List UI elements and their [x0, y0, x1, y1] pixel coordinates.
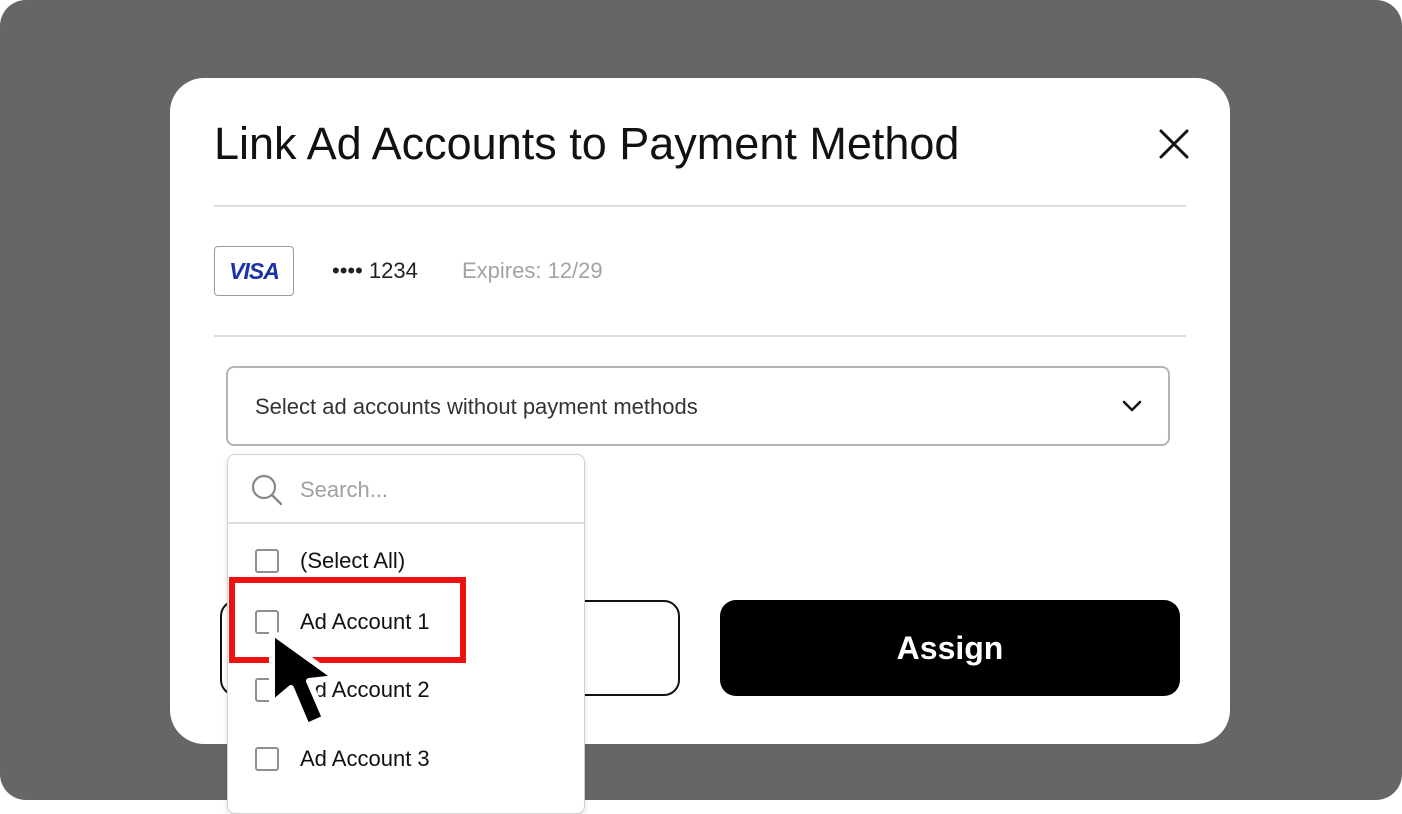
card-expiry: Expires: 12/29 [462, 258, 603, 283]
option-label: (Select All) [300, 548, 406, 573]
checkbox[interactable] [255, 747, 279, 771]
header-divider [214, 205, 1186, 207]
option-label: Ad Account 3 [300, 746, 430, 771]
assign-button[interactable]: Assign [720, 600, 1180, 696]
option-ad-account-3[interactable]: Ad Account 3 [228, 734, 584, 784]
card-number: •••• 1234 [332, 258, 418, 283]
close-icon [1159, 129, 1189, 159]
option-select-all[interactable]: (Select All) [228, 536, 584, 586]
search-input[interactable] [300, 473, 570, 507]
checkbox[interactable] [255, 610, 279, 634]
payment-divider [214, 335, 1186, 337]
modal-title: Link Ad Accounts to Payment Method [214, 118, 960, 169]
dropdown-search [228, 455, 584, 524]
close-button[interactable] [1156, 126, 1192, 162]
ad-accounts-select[interactable]: Select ad accounts without payment metho… [226, 366, 1170, 446]
option-ad-account-2[interactable]: Ad Account 2 [228, 665, 584, 715]
checkbox[interactable] [255, 678, 279, 702]
chevron-down-icon [1122, 400, 1142, 412]
option-label: Ad Account 2 [300, 677, 430, 702]
ad-accounts-dropdown: (Select All) Ad Account 1 Ad Account 2 A… [227, 454, 585, 814]
option-label: Ad Account 1 [300, 609, 430, 634]
visa-logo: VISA [214, 246, 294, 296]
checkbox[interactable] [255, 549, 279, 573]
option-ad-account-1[interactable]: Ad Account 1 [228, 597, 584, 647]
search-icon [251, 474, 283, 506]
select-placeholder: Select ad accounts without payment metho… [255, 394, 698, 419]
